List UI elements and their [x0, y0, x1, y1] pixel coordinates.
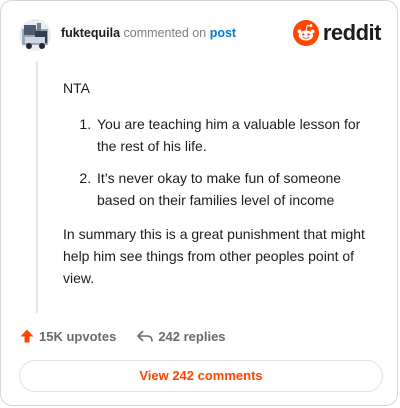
reddit-wordmark: reddit	[322, 20, 382, 45]
comment-actions: 15K upvotes 242 replies	[19, 325, 226, 347]
comment-intro: NTA	[63, 80, 90, 96]
comment-body: NTA You are teaching him a valuable less…	[63, 77, 381, 289]
comment-header: fuktequila commented on post	[19, 17, 236, 53]
upvote-count: 15K upvotes	[39, 328, 117, 344]
reply-arrow-icon	[137, 330, 154, 342]
view-comments-button[interactable]: View 242 comments	[19, 360, 383, 392]
commented-on-text: commented on	[120, 26, 210, 40]
user-avatar[interactable]	[19, 19, 51, 51]
header-text: fuktequila commented on post	[61, 26, 236, 40]
reply-button[interactable]: 242 replies	[136, 328, 226, 344]
username-link[interactable]: fuktequila	[61, 26, 120, 40]
reply-count: 242 replies	[158, 328, 226, 344]
comment-point: You are teaching him a valuable lesson f…	[95, 113, 381, 157]
comment-point-list: You are teaching him a valuable lesson f…	[63, 113, 381, 211]
comment-card: fuktequila commented on post reddit NTA …	[0, 0, 398, 406]
reddit-alien-icon	[292, 20, 319, 46]
thread-line[interactable]	[36, 61, 38, 313]
post-link[interactable]: post	[210, 26, 236, 40]
upvote-button[interactable]: 15K upvotes	[19, 328, 116, 344]
reddit-logo[interactable]: reddit	[292, 19, 382, 47]
comment-summary: In summary this is a great punishment th…	[63, 226, 365, 286]
comment-point: It’s never okay to make fun of someone b…	[95, 167, 381, 211]
upvote-arrow-icon	[20, 329, 34, 343]
avatar-image-icon	[19, 19, 51, 51]
